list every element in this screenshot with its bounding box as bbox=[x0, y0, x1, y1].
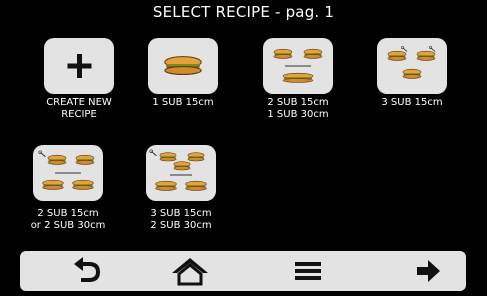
recipe-label: 2 SUB 15cm or 2 SUB 30cm bbox=[30, 208, 106, 231]
recipe-label: 1 SUB 15cm bbox=[152, 97, 214, 108]
back-button[interactable] bbox=[59, 251, 119, 291]
recipe-label: 2 SUB 15cm 1 SUB 30cm bbox=[267, 97, 329, 120]
single-sub-icon bbox=[164, 55, 202, 76]
three-sub-icon bbox=[387, 46, 436, 79]
menu-icon bbox=[295, 262, 321, 280]
recipe-label: 3 SUB 15cm bbox=[381, 97, 443, 108]
back-arrow-icon bbox=[74, 257, 101, 282]
recipe-button-3-plus-2-sub[interactable] bbox=[146, 145, 216, 201]
create-new-recipe-button[interactable] bbox=[44, 38, 114, 94]
three-plus-two-sub-icon bbox=[149, 149, 207, 191]
recipe-button-1-sub[interactable] bbox=[148, 38, 218, 94]
recipe-button-3-sub[interactable] bbox=[377, 38, 447, 94]
menu-button[interactable] bbox=[278, 251, 338, 291]
next-arrow-icon bbox=[417, 260, 440, 282]
recipe-button-2-plus-1-sub[interactable] bbox=[263, 38, 333, 94]
home-icon bbox=[172, 258, 208, 286]
two-or-two-sub-icon bbox=[38, 150, 95, 190]
next-button[interactable] bbox=[398, 251, 458, 291]
plus-icon bbox=[67, 54, 92, 78]
bottom-navbar bbox=[20, 251, 466, 291]
home-button[interactable] bbox=[160, 251, 220, 291]
two-plus-one-sub-icon bbox=[273, 48, 323, 83]
page-title: SELECT RECIPE - pag. 1 bbox=[152, 3, 335, 21]
recipe-label: CREATE NEW RECIPE bbox=[46, 97, 112, 120]
recipe-button-2-or-2-sub[interactable] bbox=[33, 145, 103, 201]
recipe-label: 3 SUB 15cm 2 SUB 30cm bbox=[150, 208, 212, 231]
